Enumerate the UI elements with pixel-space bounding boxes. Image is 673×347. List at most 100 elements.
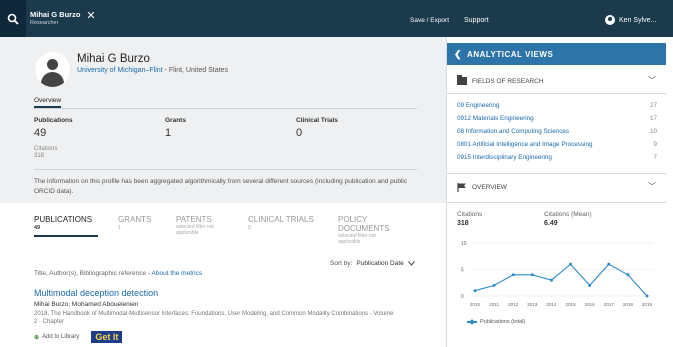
field-count: 7 [653,154,657,161]
about-metrics-link[interactable]: About the metrics [152,270,203,277]
tab-publications[interactable]: PUBLICATIONS 49 [34,215,92,231]
tab-patents[interactable]: PATENTS selected filter not applicable [176,215,236,236]
data-point[interactable] [511,273,515,277]
flag-icon [457,183,466,192]
legend-label: Publications (total) [480,319,526,325]
close-icon[interactable]: ✕ [86,10,95,22]
profile-name: Mihai G Burzo [77,53,150,65]
citations-label: Citations [34,146,58,152]
field-row[interactable]: 0801 Artificial Intelligence and Image P… [457,141,657,148]
panel-title: ANALYTICAL VIEWS [467,49,554,59]
chip-role: Researcher [30,20,59,26]
y-tick-label: 5 [461,268,464,274]
section-title: FIELDS OF RESEARCH [472,77,544,85]
content-tabs: PUBLICATIONS 49 GRANTS 1 PATENTS selecte… [0,209,446,245]
profile-affiliation: University of Michigan–Flint - Flint, Un… [77,67,228,74]
overview-citations-value: 318 [457,220,469,227]
chart-legend: Publications (total) [467,319,525,325]
tab-count: 49 [34,225,41,231]
metric-grants-value: 1 [165,127,172,139]
data-point[interactable] [549,278,553,282]
y-tick-label: 0 [461,294,464,300]
affiliation-location: - Flint, United States [162,67,228,74]
chevron-down-icon[interactable]: ﹀ [648,75,656,86]
divider [447,93,666,94]
sort-dropdown[interactable]: Sort by: Publication Date [330,260,415,267]
support-link[interactable]: Support [464,17,489,24]
sort-label: Sort by: [330,260,353,267]
profile-card: Mihai G Burzo University of Michigan–Fli… [0,37,446,203]
metric-grants-label: Grants [165,117,186,124]
data-point[interactable] [473,289,477,293]
tab-grants[interactable]: GRANTS 1 [118,215,151,231]
tab-label: PATENTS [176,215,212,224]
field-count: 27 [649,102,657,109]
data-point[interactable] [607,262,611,266]
main-content: Mihai G Burzo University of Michigan–Fli… [0,37,446,347]
publication-source: 2018, The Handbook of Multimodal-Multise… [34,311,394,325]
x-tick-label: 2017 [604,302,615,307]
divider [447,202,666,203]
user-icon [605,15,615,25]
field-count: 10 [649,128,657,135]
data-point[interactable] [530,273,534,277]
x-tick-label: 2016 [585,302,596,307]
publication-title[interactable]: Multimodal deception detection [34,288,158,298]
metric-publications-label: Publications [34,117,73,124]
get-it-button[interactable]: Get It [91,331,123,343]
tab-policy-documents[interactable]: POLICY DOCUMENTS selected filter not app… [338,215,398,245]
fields-of-research-header[interactable]: FIELDS OF RESEARCH [457,75,544,85]
tab-filter-note: selected filter not applicable [338,233,376,245]
analytical-views-header[interactable]: ❮ ANALYTICAL VIEWS [447,43,666,65]
chevron-down-icon [407,261,415,266]
add-to-library-button[interactable]: ⊕ Add to Library [34,334,79,341]
field-label: 0912 Materials Engineering [457,115,534,122]
x-tick-label: 2019 [642,302,653,307]
search-button[interactable] [0,0,26,37]
x-tick-label: 2018 [623,302,634,307]
metric-clinical-trials-value: 0 [296,127,303,139]
field-label: 0915 Interdisciplinary Engineering [457,154,552,161]
field-row[interactable]: 0915 Interdisciplinary Engineering 7 [457,154,657,161]
divider [447,173,666,174]
data-point[interactable] [588,283,592,287]
top-bar: Mihai G Burzo Researcher ✕ Save / Export… [0,0,673,37]
overview-mean-value: 6.49 [544,220,558,227]
tab-label: CLINICAL TRIALS [248,215,314,224]
field-count: 17 [649,115,657,122]
chevron-down-icon[interactable]: ﹀ [648,181,656,192]
overview-header[interactable]: OVERVIEW [457,183,507,192]
tab-overview[interactable]: Overview [34,97,62,108]
results-header: Title, Author(s), Bibliographic referenc… [34,270,202,277]
data-point[interactable] [569,262,573,266]
overview-mean-label: Citations (Mean) [544,211,592,218]
data-point[interactable] [626,273,630,277]
add-to-library-label: Add to Library [42,334,80,340]
metric-publications-value: 49 [34,127,47,139]
field-row[interactable]: 0912 Materials Engineering 17 [457,115,657,122]
active-tab-indicator [34,235,98,237]
divider [34,169,417,170]
x-tick-label: 2010 [470,302,481,307]
sort-value: Publication Date [356,260,404,267]
y-tick-label: 10 [461,241,467,247]
data-point[interactable] [645,294,649,298]
chevron-left-icon: ❮ [454,48,463,59]
tab-clinical-trials[interactable]: CLINICAL TRIALS 0 [248,215,314,231]
field-row[interactable]: 09 Engineering 27 [457,102,657,109]
tab-count: 1 [118,225,122,231]
analytical-views-panel: ❮ ANALYTICAL VIEWS FIELDS OF RESEARCH ﹀ … [446,37,673,347]
field-label: 09 Engineering [457,102,500,109]
x-tick-label: 2015 [565,302,576,307]
user-menu[interactable]: Ken Sylve... [605,15,656,25]
tab-count: 0 [248,225,252,231]
add-icon: ⊕ [34,334,40,341]
data-point[interactable] [492,283,496,287]
tab-label: GRANTS [118,215,152,224]
tab-filter-note: selected filter not applicable [176,224,214,236]
profile-tabs: Overview [34,95,417,109]
folder-icon [457,75,467,85]
affiliation-link[interactable]: University of Michigan–Flint [77,67,163,74]
field-row[interactable]: 08 Information and Computing Sciences 10 [457,128,657,135]
save-export-link[interactable]: Save / Export [410,17,449,24]
